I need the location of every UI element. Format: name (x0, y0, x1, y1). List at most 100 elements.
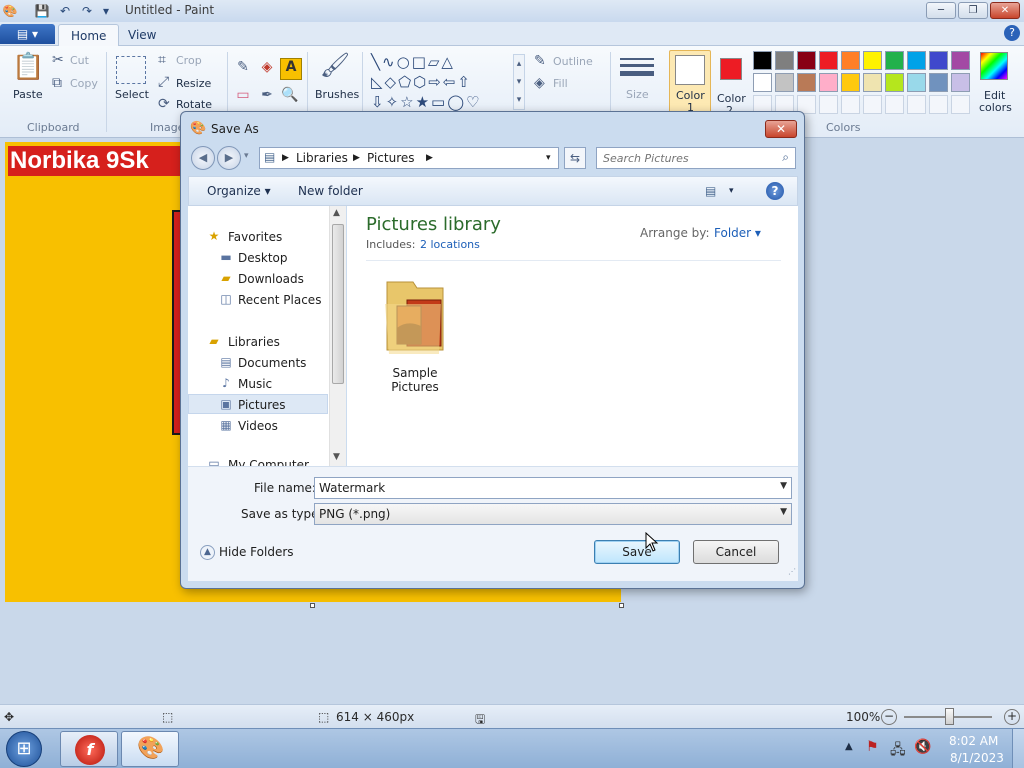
palette-swatch[interactable] (775, 73, 794, 92)
nav-documents[interactable]: ▤ Documents (188, 353, 328, 373)
minimize-button[interactable]: ─ (926, 2, 956, 19)
clock-time[interactable]: 8:02 AM (949, 734, 998, 748)
show-hidden-icons[interactable]: ▲ (845, 741, 853, 752)
shapes-gallery[interactable]: ╲∿○□▱△ ◺◇⬠⬡⇨⇦⇧ ⇩✧☆★▭◯♡ (371, 52, 511, 112)
color1-selector[interactable]: Color 1 (669, 50, 711, 116)
palette-swatch[interactable] (885, 51, 904, 70)
palette-empty-swatch[interactable] (841, 95, 860, 114)
customize-toolbar-icon[interactable]: ▾ (98, 3, 114, 19)
refresh-button[interactable]: ⇆ (564, 147, 586, 169)
save-as-type-dropdown-icon[interactable]: ▼ (780, 507, 787, 517)
hide-folders-button[interactable]: ▲ Hide Folders (200, 545, 294, 560)
rotate-button[interactable]: Rotate (176, 98, 212, 111)
palette-swatch[interactable] (951, 73, 970, 92)
nav-scrollbar-thumb[interactable] (332, 224, 344, 384)
show-desktop-button[interactable] (1012, 729, 1024, 768)
resize-handle-bottom[interactable] (310, 603, 315, 608)
brushes-button[interactable]: Brushes (315, 88, 359, 101)
palette-empty-swatch[interactable] (929, 95, 948, 114)
nav-music[interactable]: ♪ Music (188, 374, 328, 394)
palette-swatch[interactable] (753, 73, 772, 92)
edit-colors-icon[interactable] (980, 52, 1008, 80)
zoom-out-button[interactable]: − (881, 709, 897, 725)
size-lines-icon[interactable] (620, 58, 654, 82)
palette-swatch[interactable] (863, 51, 882, 70)
forward-button[interactable]: ▶ (217, 146, 241, 170)
brushes-icon[interactable]: 🖌 (318, 51, 352, 85)
color-picker-icon[interactable]: ✒ (257, 87, 277, 107)
palette-empty-swatch[interactable] (819, 95, 838, 114)
network-icon[interactable]: 🖧 (890, 739, 906, 763)
nav-desktop[interactable]: ▬ Desktop (188, 248, 328, 268)
palette-swatch[interactable] (885, 73, 904, 92)
nav-recent-places[interactable]: ◫ Recent Places (188, 290, 328, 310)
start-button[interactable]: ⊞ (6, 731, 42, 767)
back-button[interactable]: ◀ (191, 146, 215, 170)
save-as-type-select[interactable]: PNG (*.png) ▼ (314, 503, 792, 525)
select-button[interactable]: Select (115, 88, 149, 101)
nav-libraries[interactable]: ▰ Libraries (188, 332, 328, 352)
palette-swatch[interactable] (929, 51, 948, 70)
save-icon[interactable]: 💾 (34, 3, 50, 19)
new-folder-button[interactable]: New folder (298, 184, 363, 198)
resize-grip-icon[interactable]: ⋰ (788, 567, 796, 576)
text-tool-icon[interactable]: A (280, 58, 302, 80)
cancel-button[interactable]: Cancel (693, 540, 779, 564)
palette-swatch[interactable] (929, 73, 948, 92)
recent-pages-dropdown[interactable]: ▾ (244, 151, 249, 161)
nav-downloads[interactable]: ▰ Downloads (188, 269, 328, 289)
palette-swatch[interactable] (863, 73, 882, 92)
breadcrumb-pictures[interactable]: Pictures (367, 151, 415, 165)
fill-dropdown[interactable]: Fill (553, 77, 568, 90)
crop-button[interactable]: Crop (176, 54, 202, 67)
search-box[interactable]: ⌕ (596, 147, 796, 169)
palette-empty-swatch[interactable] (951, 95, 970, 114)
arrange-by-dropdown[interactable]: Folder ▾ (714, 226, 761, 240)
resize-button[interactable]: Resize (176, 77, 211, 90)
palette-swatch[interactable] (797, 73, 816, 92)
view-options-dropdown[interactable]: ▾ (729, 186, 734, 196)
change-view-icon[interactable]: ▤ (705, 184, 716, 198)
palette-swatch[interactable] (753, 51, 772, 70)
volume-icon[interactable]: 🔇 (914, 739, 931, 755)
zoom-in-button[interactable]: + (1004, 709, 1020, 725)
address-bar[interactable]: ▤ ▶ Libraries ▶ Pictures ▶ ▾ (259, 147, 559, 169)
sample-pictures-folder[interactable]: Sample Pictures (367, 268, 463, 394)
breadcrumb-libraries[interactable]: Libraries (296, 151, 348, 165)
fill-bucket-icon[interactable]: ◈ (257, 59, 277, 79)
file-name-dropdown-icon[interactable]: ▼ (780, 481, 787, 491)
save-button[interactable]: Save (594, 540, 680, 564)
shapes-scroll[interactable]: ▴ ▾ ▾ (513, 54, 525, 110)
search-icon[interactable]: ⌕ (782, 150, 789, 165)
color2-selector[interactable]: Color 2 (716, 50, 748, 117)
palette-swatch[interactable] (951, 51, 970, 70)
cut-button[interactable]: Cut (70, 54, 89, 67)
nav-pictures[interactable]: ▣ Pictures (188, 394, 328, 414)
outline-dropdown[interactable]: Outline (553, 55, 593, 68)
file-name-field[interactable]: ▼ (314, 477, 792, 499)
includes-locations-link[interactable]: 2 locations (420, 238, 480, 251)
copy-button[interactable]: Copy (70, 77, 98, 90)
palette-empty-swatch[interactable] (885, 95, 904, 114)
nav-my-computer[interactable]: ▭ My Computer (188, 458, 328, 466)
organize-button[interactable]: Organize ▾ (207, 184, 271, 198)
tab-view[interactable]: View (116, 24, 168, 46)
action-center-icon[interactable]: ⚑ (866, 739, 879, 755)
undo-icon[interactable]: ↶ (57, 3, 73, 19)
palette-swatch[interactable] (841, 51, 860, 70)
search-input[interactable] (603, 150, 773, 166)
close-button[interactable]: ✕ (990, 2, 1020, 19)
size-button[interactable]: Size (626, 88, 649, 101)
taskbar-paint-app[interactable]: 🎨 (121, 731, 179, 767)
palette-empty-swatch[interactable] (907, 95, 926, 114)
palette-swatch[interactable] (907, 51, 926, 70)
palette-swatch[interactable] (819, 73, 838, 92)
palette-swatch[interactable] (907, 73, 926, 92)
pencil-icon[interactable]: ✎ (233, 59, 253, 79)
tab-home[interactable]: Home (58, 24, 120, 46)
palette-swatch[interactable] (775, 51, 794, 70)
palette-swatch[interactable] (797, 51, 816, 70)
nav-videos[interactable]: ▦ Videos (188, 416, 328, 436)
paste-button[interactable]: Paste (13, 88, 43, 101)
resize-handle-corner[interactable] (619, 603, 624, 608)
